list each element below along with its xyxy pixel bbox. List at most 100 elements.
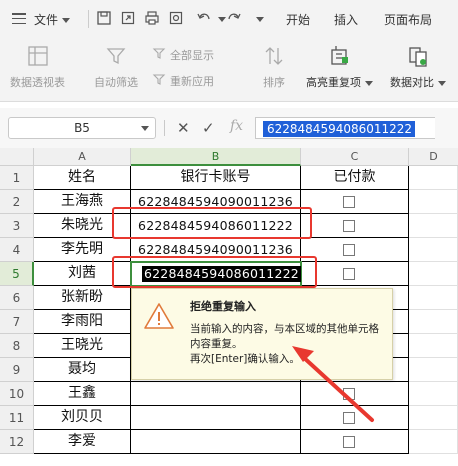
name-box-value: B5 bbox=[74, 121, 90, 135]
empty-cell[interactable] bbox=[409, 166, 458, 190]
filter-icon bbox=[106, 48, 126, 65]
column-header-a[interactable]: A bbox=[34, 148, 131, 166]
tooltip-line-1: 当前输入的内容，与本区域的其他单元格内容重复。 bbox=[190, 323, 379, 350]
name-cell[interactable]: 刘贝贝 bbox=[34, 406, 131, 430]
tab-page-layout[interactable]: 页面布局 bbox=[384, 11, 432, 28]
file-menu[interactable]: 文件 bbox=[34, 11, 71, 28]
column-header-d[interactable]: D bbox=[409, 148, 458, 166]
paid-checkbox[interactable] bbox=[343, 196, 355, 208]
paid-cell[interactable] bbox=[301, 406, 409, 430]
pivot-table-button[interactable]: 数据透视表 bbox=[10, 44, 65, 90]
ribbon: 数据透视表 自动筛选 全部显示 重新应用 排序 高亮重复项 数据对比 bbox=[0, 38, 458, 102]
fx-icon[interactable]: fx bbox=[230, 118, 243, 134]
row-header[interactable]: 9 bbox=[0, 358, 34, 382]
empty-cell[interactable] bbox=[409, 286, 458, 310]
row-header[interactable]: 7 bbox=[0, 310, 34, 334]
empty-cell[interactable] bbox=[409, 358, 458, 382]
duplicate-highlight-box bbox=[112, 207, 312, 239]
export-icon[interactable] bbox=[120, 10, 136, 26]
row-header[interactable]: 10 bbox=[0, 382, 34, 406]
row-header[interactable]: 8 bbox=[0, 334, 34, 358]
menu-bar: 文件 开始 插入 页面布局 bbox=[0, 0, 458, 38]
sort-button[interactable]: 排序 bbox=[262, 44, 286, 90]
print-icon[interactable] bbox=[144, 10, 160, 26]
row-header[interactable]: 6 bbox=[0, 286, 34, 310]
card-number-cell[interactable] bbox=[131, 406, 301, 430]
name-cell[interactable]: 王晓光 bbox=[34, 334, 131, 358]
empty-cell[interactable] bbox=[409, 334, 458, 358]
empty-cell[interactable] bbox=[409, 430, 458, 454]
auto-filter-label: 自动筛选 bbox=[94, 76, 138, 89]
print-preview-icon[interactable] bbox=[168, 10, 184, 26]
card-number-cell[interactable] bbox=[131, 430, 301, 454]
paid-cell[interactable] bbox=[301, 382, 409, 406]
show-all-icon bbox=[152, 48, 166, 59]
empty-cell[interactable] bbox=[409, 382, 458, 406]
show-all-button[interactable]: 全部显示 bbox=[170, 47, 214, 63]
row-header[interactable]: 11 bbox=[0, 406, 34, 430]
row-header[interactable]: 5 bbox=[0, 262, 34, 286]
data-compare-label: 数据对比 bbox=[390, 76, 434, 89]
undo-dropdown-icon[interactable] bbox=[218, 17, 226, 22]
empty-cell[interactable] bbox=[409, 406, 458, 430]
empty-cell[interactable] bbox=[409, 214, 458, 238]
formula-separator bbox=[164, 120, 165, 136]
header-cell-card[interactable]: 银行卡账号 bbox=[131, 166, 301, 190]
row-header[interactable]: 12 bbox=[0, 430, 34, 454]
file-menu-label: 文件 bbox=[34, 13, 59, 27]
tab-insert[interactable]: 插入 bbox=[334, 11, 358, 28]
paid-cell[interactable] bbox=[301, 238, 409, 262]
undo-icon[interactable] bbox=[196, 10, 212, 26]
column-header-c[interactable]: C bbox=[301, 148, 409, 166]
auto-filter-button[interactable]: 自动筛选 bbox=[94, 44, 138, 90]
paid-checkbox[interactable] bbox=[343, 388, 355, 400]
row-header[interactable]: 4 bbox=[0, 238, 34, 262]
row-header[interactable]: 3 bbox=[0, 214, 34, 238]
reapply-icon bbox=[152, 74, 166, 85]
formula-selected-text: 6228484594086011222 bbox=[263, 121, 416, 137]
highlight-duplicates-button[interactable]: 高亮重复项 bbox=[306, 44, 373, 90]
paid-cell[interactable] bbox=[301, 214, 409, 238]
paid-checkbox[interactable] bbox=[343, 220, 355, 232]
duplicate-highlight-box bbox=[112, 256, 317, 288]
paid-cell[interactable] bbox=[301, 430, 409, 454]
select-all-corner[interactable] bbox=[0, 148, 34, 166]
confirm-icon[interactable]: ✓ bbox=[202, 120, 215, 136]
paid-checkbox[interactable] bbox=[343, 268, 355, 280]
name-cell[interactable]: 王鑫 bbox=[34, 382, 131, 406]
tab-home[interactable]: 开始 bbox=[286, 11, 310, 28]
chevron-down-icon[interactable] bbox=[141, 126, 149, 131]
header-cell-paid[interactable]: 已付款 bbox=[301, 166, 409, 190]
empty-cell[interactable] bbox=[409, 262, 458, 286]
header-cell-name[interactable]: 姓名 bbox=[34, 166, 131, 190]
highlight-duplicates-label: 高亮重复项 bbox=[306, 76, 361, 89]
paid-checkbox[interactable] bbox=[343, 244, 355, 256]
hamburger-icon[interactable] bbox=[12, 13, 26, 25]
name-cell[interactable]: 李爱 bbox=[34, 430, 131, 454]
sort-label: 排序 bbox=[263, 76, 285, 89]
empty-cell[interactable] bbox=[409, 310, 458, 334]
card-number-cell[interactable] bbox=[131, 382, 301, 406]
name-box[interactable]: B5 bbox=[8, 117, 156, 139]
name-cell[interactable]: 李雨阳 bbox=[34, 310, 131, 334]
paid-cell[interactable] bbox=[301, 262, 409, 286]
row-header[interactable]: 2 bbox=[0, 190, 34, 214]
paid-cell[interactable] bbox=[301, 190, 409, 214]
pivot-table-icon bbox=[27, 46, 48, 66]
data-compare-button[interactable]: 数据对比 bbox=[390, 44, 446, 90]
cancel-icon[interactable]: ✕ bbox=[177, 120, 190, 136]
paid-checkbox[interactable] bbox=[343, 436, 355, 448]
row-header[interactable]: 1 bbox=[0, 166, 34, 190]
empty-cell[interactable] bbox=[409, 190, 458, 214]
column-header-b[interactable]: B bbox=[131, 148, 301, 166]
pivot-table-label: 数据透视表 bbox=[10, 76, 65, 89]
reapply-button[interactable]: 重新应用 bbox=[170, 73, 214, 89]
save-icon[interactable] bbox=[96, 10, 112, 26]
chevron-down-icon bbox=[62, 18, 71, 23]
redo-icon[interactable] bbox=[226, 10, 242, 26]
paid-checkbox[interactable] bbox=[343, 412, 355, 424]
redo-dropdown-icon[interactable] bbox=[256, 17, 264, 22]
empty-cell[interactable] bbox=[409, 238, 458, 262]
name-cell[interactable]: 张新盼 bbox=[34, 286, 131, 310]
name-cell[interactable]: 聂均 bbox=[34, 358, 131, 382]
